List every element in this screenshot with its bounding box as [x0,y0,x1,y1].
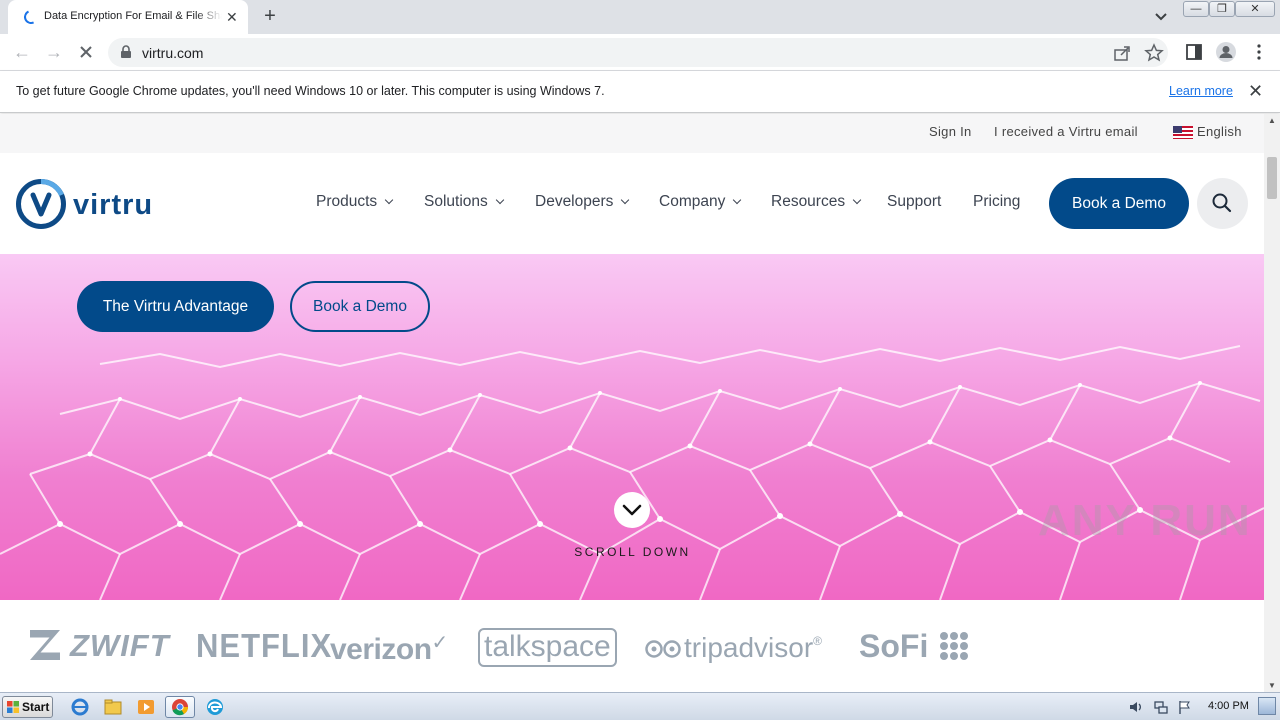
loading-spinner-icon [22,8,40,26]
start-label: Start [22,700,50,714]
sign-in-link[interactable]: Sign In [929,124,972,139]
nav-support[interactable]: Support [887,193,941,211]
internet-explorer-icon[interactable] [68,696,92,718]
update-infobar: To get future Google Chrome updates, you… [0,71,1280,113]
chevron-down-icon [384,195,394,205]
windows-taskbar: Start 4:00 PM [0,692,1280,720]
window-minimize-button[interactable]: — [1183,1,1209,17]
chevron-down-icon [621,195,630,205]
netflix-logo: NETFLIX [196,626,333,665]
received-email-link[interactable]: I received a Virtru email [994,124,1138,139]
tripadvisor-owl-icon [645,640,681,658]
sofi-logo: SoFi [859,628,969,665]
nav-book-demo-button[interactable]: Book a Demo [1049,178,1189,229]
chrome-taskbar-button[interactable] [165,696,195,718]
verizon-logo: verizon✓ [330,632,449,666]
infobar-message: To get future Google Chrome updates, you… [16,84,605,98]
scrollbar-thumb[interactable] [1267,157,1277,199]
media-player-icon[interactable] [134,696,158,718]
edge-icon[interactable] [203,696,227,718]
anyrun-watermark: ANY RUN [1038,496,1252,545]
system-clock[interactable]: 4:00 PM [1208,700,1249,712]
network-icon[interactable] [1153,699,1169,715]
hero-section: The Virtru Advantage Book a Demo SCROLL … [0,254,1264,600]
site-search-button[interactable] [1197,178,1248,229]
address-bar[interactable]: virtru.com [108,38,1168,67]
forward-button[interactable]: → [43,41,65,63]
volume-icon[interactable] [1128,699,1144,715]
tab-strip: Data Encryption For Email & File Sharing… [0,0,1280,34]
scroll-down-label: SCROLL DOWN [574,545,691,559]
url-text[interactable]: virtru.com [142,45,203,61]
new-tab-button[interactable]: + [259,5,281,27]
nav-solutions[interactable]: Solutions [424,193,505,211]
chevron-down-icon [852,195,862,205]
back-button[interactable]: ← [11,41,33,63]
bookmark-star-icon[interactable] [1144,43,1164,63]
zwift-mark-icon [30,630,60,660]
nav-company[interactable]: Company [659,193,742,211]
tab-search-icon[interactable] [1152,8,1170,26]
share-icon[interactable] [1112,43,1132,63]
tab-title: Data Encryption For Email & File Sharing… [44,10,222,22]
search-icon [1212,193,1232,213]
scroll-up-arrow-icon[interactable]: ▲ [1268,116,1276,125]
chevron-down-icon [495,195,505,205]
hero-book-demo-button[interactable]: Book a Demo [290,281,430,332]
chevron-down-icon [622,504,642,516]
lock-icon[interactable] [120,45,132,59]
action-center-flag-icon[interactable] [1177,699,1193,715]
learn-more-link[interactable]: Learn more [1169,84,1233,98]
verizon-check-icon: ✓ [431,632,449,654]
tripadvisor-logo: tripadvisor® [645,632,822,664]
utility-bar: Sign In I received a Virtru email Englis… [0,114,1264,153]
chrome-menu-icon[interactable] [1249,42,1269,62]
registered-mark: ® [813,634,823,648]
virtru-logo[interactable]: virtru [16,178,161,230]
side-panel-icon[interactable] [1184,42,1204,62]
tab-close-icon[interactable]: ✕ [226,9,238,25]
page-viewport: Sign In I received a Virtru email Englis… [0,114,1264,692]
window-restore-button[interactable]: ❐ [1209,1,1235,17]
window-close-button[interactable]: ✕ [1235,1,1275,17]
nav-products[interactable]: Products [316,193,394,211]
chevron-down-icon [733,195,742,205]
profile-avatar-icon[interactable] [1215,41,1237,63]
us-flag-icon [1173,126,1193,139]
stop-loading-icon[interactable] [76,42,96,62]
virtru-advantage-button[interactable]: The Virtru Advantage [77,281,274,332]
nav-pricing[interactable]: Pricing [973,193,1020,211]
sofi-dots-icon [940,632,969,660]
page-scrollbar[interactable]: ▲ ▼ [1264,114,1280,692]
windows-logo-icon [7,701,19,713]
customer-logos-strip: ZWIFT NETFLIX verizon✓ talkspace tripadv… [0,600,1264,692]
browser-tab[interactable]: Data Encryption For Email & File Sharing… [8,0,248,34]
show-desktop-button[interactable] [1258,697,1276,715]
file-explorer-icon[interactable] [101,696,125,718]
infobar-close-icon[interactable]: ✕ [1248,81,1263,102]
scroll-down-arrow-icon[interactable]: ▼ [1268,681,1276,690]
logo-wordmark: virtru [73,189,153,221]
language-selector[interactable]: English [1197,124,1242,139]
nav-developers[interactable]: Developers [535,193,630,211]
browser-toolbar: ← → virtru.com [0,34,1280,71]
zwift-logo: ZWIFT [30,628,170,664]
talkspace-logo: talkspace [478,628,617,667]
main-navigation: virtru Products Solutions Developers Com… [0,153,1264,254]
start-button[interactable]: Start [2,696,53,718]
scroll-down-button[interactable] [614,492,650,528]
nav-resources[interactable]: Resources [771,193,862,211]
chrome-icon [172,699,189,716]
